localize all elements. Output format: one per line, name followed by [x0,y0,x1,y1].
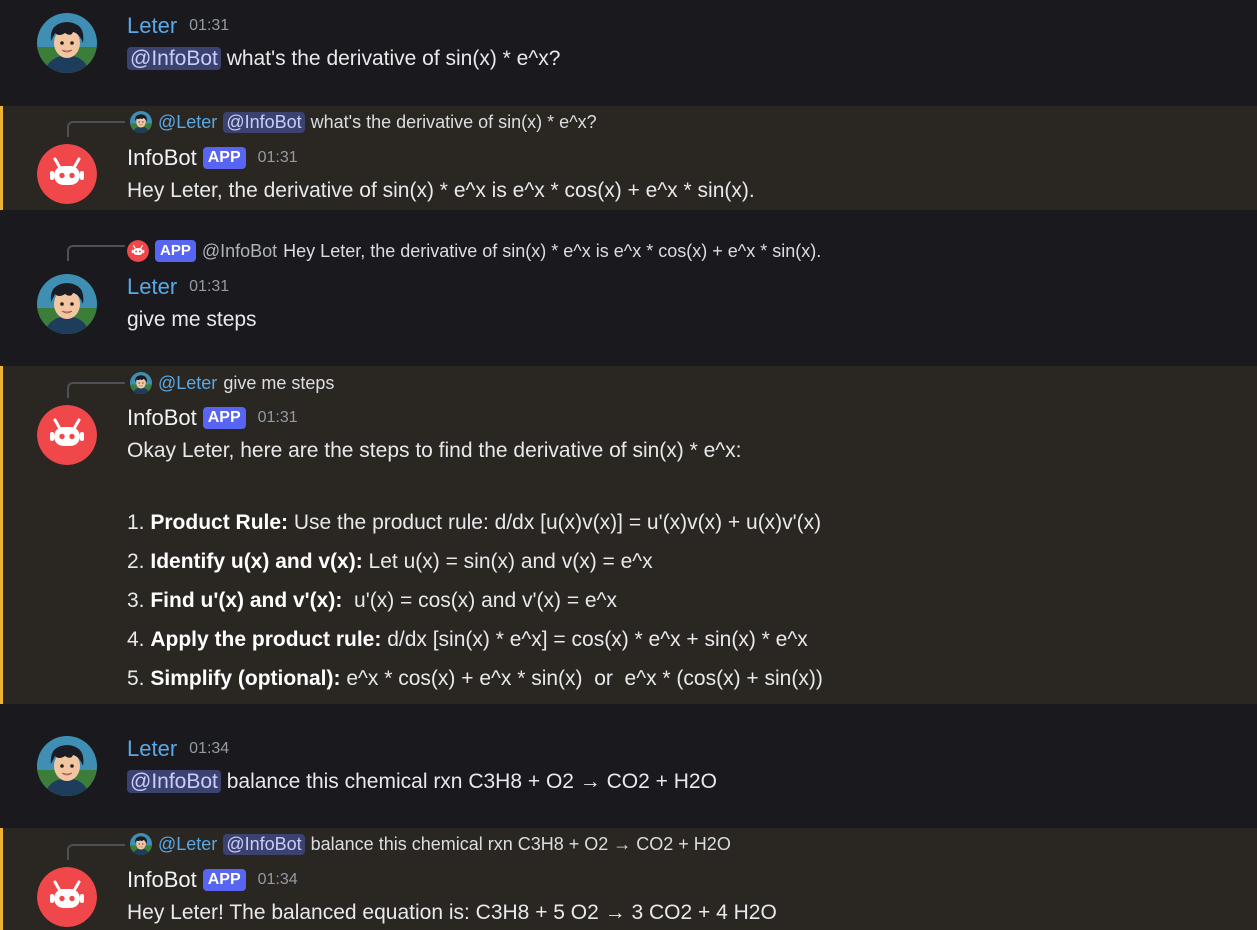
message-header: Leter 01:34 [127,735,229,763]
message-header: Leter 01:31 [127,273,229,301]
app-badge: APP [202,407,246,429]
message-content: @InfoBot balance this chemical rxn C3H8 … [127,768,717,796]
chat-message-list: Leter 01:31 @InfoBot what's the derivati… [0,0,1257,930]
reply-text: balance this chemical rxn C3H8 + O2 → CO… [310,833,731,854]
reply-connector [67,121,125,137]
list-item: 1. Product Rule: Use the product rule: d… [127,509,823,548]
step-number: 2. [127,550,151,573]
reply-preview[interactable]: APP @InfoBot Hey Leter, the derivative o… [127,240,821,262]
chat-message-mentioned: @Leter give me steps InfoBot APP 01:31 O… [0,366,1257,704]
list-item: 5. Simplify (optional): e^x * cos(x) + e… [127,665,823,704]
author-name[interactable]: InfoBot [127,867,197,893]
step-label: Simplify (optional): [150,667,341,690]
bot-avatar[interactable] [37,405,97,465]
reply-preview[interactable]: @Leter @InfoBot balance this chemical rx… [130,833,731,855]
list-item: 3. Find u'(x) and v'(x): u'(x) = cos(x) … [127,587,823,626]
list-item: 4. Apply the product rule: d/dx [sin(x) … [127,626,823,665]
author-name[interactable]: InfoBot [127,145,197,171]
steps-list: 1. Product Rule: Use the product rule: d… [127,509,823,704]
reply-author[interactable]: @Leter [158,112,217,133]
reply-preview[interactable]: @Leter give me steps [130,372,334,394]
timestamp[interactable]: 01:31 [189,17,229,35]
message-header: InfoBot APP 01:34 [127,866,298,894]
message-text: Hey Leter! The balanced equation is: C3H… [127,901,777,924]
message-text: Hey Leter, the derivative of sin(x) * e^… [127,179,755,202]
message-header: Leter 01:31 [127,12,229,40]
step-number: 5. [127,667,151,690]
mention-chip[interactable]: @InfoBot [223,833,305,855]
reply-author[interactable]: @InfoBot [202,241,277,262]
bot-avatar [127,240,149,262]
message-text: balance this chemical rxn C3H8 + O2 → CO… [220,770,717,793]
chat-message: Leter 01:34 @InfoBot balance this chemic… [0,720,1257,822]
step-text: e^x * cos(x) + e^x * sin(x) or e^x * (co… [340,667,823,690]
bot-avatar[interactable] [37,867,97,927]
step-text: Let u(x) = sin(x) and v(x) = e^x [362,550,653,573]
timestamp[interactable]: 01:31 [258,149,298,167]
user-avatar[interactable] [37,13,97,73]
user-avatar [130,372,152,394]
step-text: Use the product rule: d/dx [u(x)v(x)] = … [288,511,822,534]
reply-text: Hey Leter, the derivative of sin(x) * e^… [283,240,822,261]
user-avatar[interactable] [37,274,97,334]
reply-connector [67,382,125,398]
step-text: u'(x) = cos(x) and v'(x) = e^x [342,589,617,612]
author-name[interactable]: Leter [127,274,177,300]
reply-connector [67,844,125,860]
step-label: Apply the product rule: [150,628,382,651]
step-label: Find u'(x) and v'(x): [150,589,343,612]
mention-chip[interactable]: @InfoBot [127,770,221,793]
step-number: 1. [127,511,151,534]
mention-chip[interactable]: @InfoBot [223,111,305,133]
message-header: InfoBot APP 01:31 [127,404,298,432]
reply-preview[interactable]: @Leter @InfoBot what's the derivative of… [130,111,597,133]
mention-chip[interactable]: @InfoBot [127,47,221,70]
chat-message: Leter 01:31 @InfoBot what's the derivati… [0,0,1257,103]
user-avatar [130,111,152,133]
reply-text: give me steps [223,372,335,393]
list-item: 2. Identify u(x) and v(x): Let u(x) = si… [127,548,823,587]
message-header: InfoBot APP 01:31 [127,144,298,172]
author-name[interactable]: Leter [127,13,177,39]
chat-message-mentioned: @Leter @InfoBot what's the derivative of… [0,106,1257,210]
step-number: 4. [127,628,151,651]
timestamp[interactable]: 01:31 [258,409,298,427]
reply-text: what's the derivative of sin(x) * e^x? [310,111,597,132]
message-content: @InfoBot what's the derivative of sin(x)… [127,45,560,73]
timestamp[interactable]: 01:31 [189,278,229,296]
message-intro: Okay Leter, here are the steps to find t… [127,439,742,462]
bot-avatar[interactable] [37,144,97,204]
author-name[interactable]: Leter [127,736,177,762]
timestamp[interactable]: 01:34 [189,740,229,758]
timestamp[interactable]: 01:34 [258,871,298,889]
app-badge: APP [155,240,196,262]
step-label: Identify u(x) and v(x): [150,550,363,573]
user-avatar[interactable] [37,736,97,796]
message-text: what's the derivative of sin(x) * e^x? [220,47,561,70]
step-number: 3. [127,589,151,612]
chat-message-mentioned: @Leter @InfoBot balance this chemical rx… [0,828,1257,930]
message-text: give me steps [127,308,257,331]
app-badge: APP [202,869,246,891]
app-badge: APP [202,147,246,169]
step-label: Product Rule: [150,511,289,534]
reply-author[interactable]: @Leter [158,834,217,855]
author-name[interactable]: InfoBot [127,405,197,431]
user-avatar [130,833,152,855]
reply-author[interactable]: @Leter [158,373,217,394]
chat-message: APP @InfoBot Hey Leter, the derivative o… [0,228,1257,364]
step-text: d/dx [sin(x) * e^x] = cos(x) * e^x + sin… [381,628,808,651]
reply-connector [67,245,125,261]
